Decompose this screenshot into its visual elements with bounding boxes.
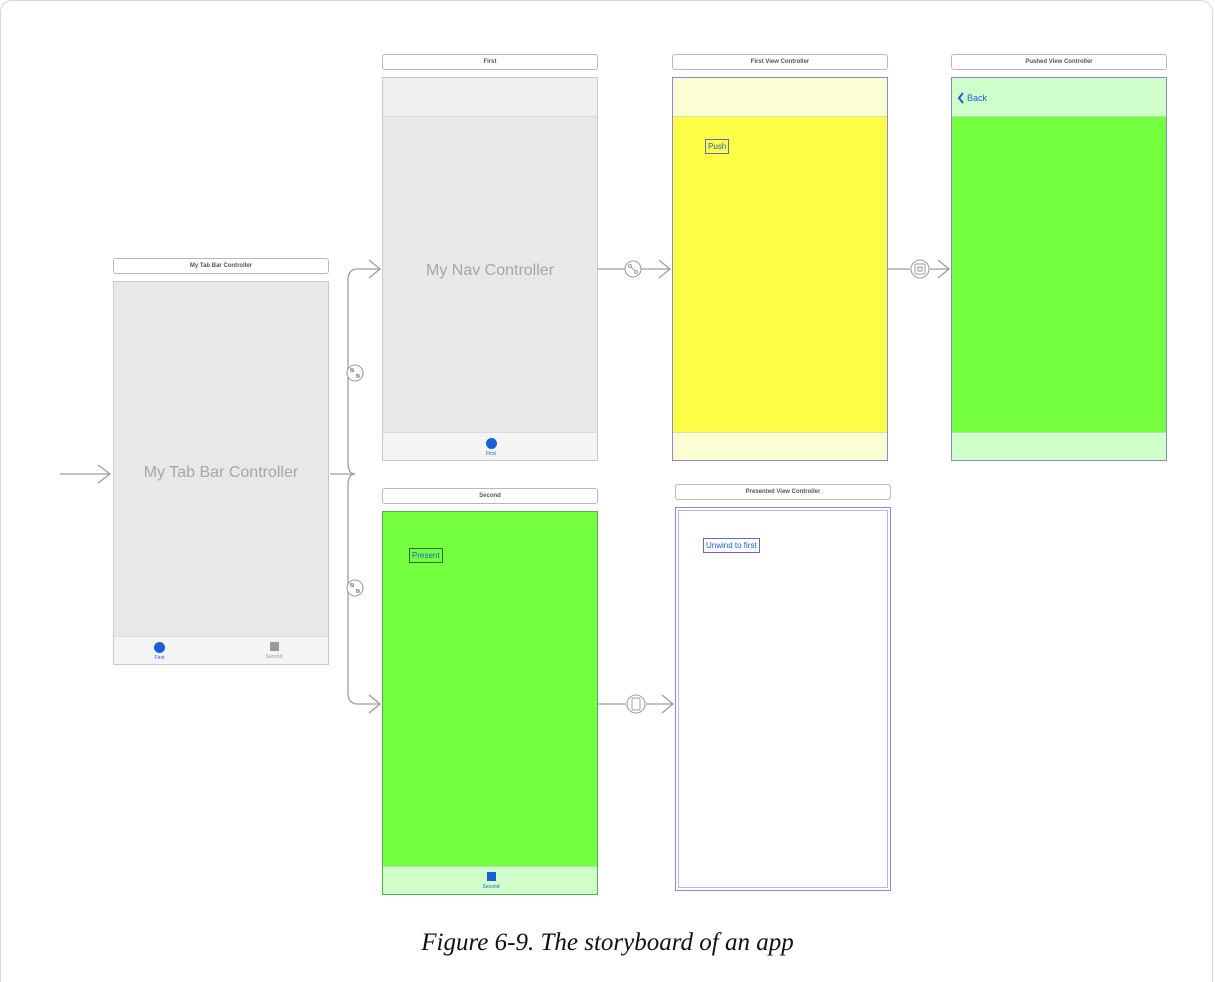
scene-title-tab-bar[interactable]: My Tab Bar Controller xyxy=(113,258,329,274)
scene-center-label: My Tab Bar Controller xyxy=(143,464,299,481)
push-button[interactable]: Push xyxy=(705,139,730,154)
presented-view-controller-scene[interactable]: Unwind to first xyxy=(675,507,891,891)
scene-title-text: Presented View Controller xyxy=(745,489,821,495)
scene-title-text: My Tab Bar Controller xyxy=(189,263,253,269)
nav-controller-scene[interactable]: My Nav Controller First xyxy=(382,77,598,461)
scene-title-text: Pushed View Controller xyxy=(1025,59,1093,65)
scene-title-presented-vc[interactable]: Presented View Controller xyxy=(675,484,891,500)
tab-item-first[interactable]: First xyxy=(154,642,165,661)
tab-label: First xyxy=(154,655,165,661)
relationship-segue-icon xyxy=(346,364,364,382)
nav-bar: Back xyxy=(952,78,1166,117)
tab-bar: First Second xyxy=(114,636,328,664)
square-icon xyxy=(486,872,496,881)
tab-bar: First xyxy=(383,432,597,460)
chevron-left-icon xyxy=(957,92,964,104)
tab-bar: Second xyxy=(383,866,597,894)
circle-icon xyxy=(485,438,497,449)
tab-item-second[interactable]: Second xyxy=(479,872,503,890)
show-segue-icon xyxy=(910,259,930,279)
tab-item-first[interactable]: First xyxy=(479,438,503,457)
second-scene[interactable]: Present Second xyxy=(382,511,598,895)
tab-bar-controller-scene[interactable]: My Tab Bar Controller First Second xyxy=(113,281,329,665)
tab-label: Second xyxy=(482,884,500,890)
first-view-controller-scene[interactable]: Push xyxy=(672,77,888,461)
back-button[interactable]: Back xyxy=(957,92,987,104)
scene-title-pushed-vc[interactable]: Pushed View Controller xyxy=(951,54,1167,70)
nav-bar xyxy=(673,78,887,117)
scene-title-text: First xyxy=(483,59,497,65)
storyboard-canvas: My Tab Bar Controller My Tab Bar Control… xyxy=(0,0,1215,930)
back-label: Back xyxy=(967,93,988,103)
nav-bar xyxy=(383,78,597,117)
scene-title-nav[interactable]: First xyxy=(382,54,598,70)
scene-title-first-vc[interactable]: First View Controller xyxy=(672,54,888,70)
relationship-segue-icon xyxy=(346,579,364,597)
bottom-bar xyxy=(673,432,887,460)
scene-title-text: First View Controller xyxy=(750,59,810,65)
figure-caption: Figure 6-9. The storyboard of an app xyxy=(421,929,794,956)
circle-icon xyxy=(154,642,165,653)
tab-item-second[interactable]: Second xyxy=(262,642,286,660)
bottom-bar xyxy=(952,432,1166,460)
scene-center-label: My Nav Controller xyxy=(425,262,555,279)
tab-label: First xyxy=(486,451,496,457)
view-outline xyxy=(678,510,888,888)
scene-title-second[interactable]: Second xyxy=(382,488,598,504)
unwind-button[interactable]: Unwind to first xyxy=(703,538,760,553)
square-icon xyxy=(269,642,279,651)
pushed-view-controller-scene[interactable]: Back xyxy=(951,77,1167,461)
scene-title-text: Second xyxy=(479,493,501,499)
tab-label: Second xyxy=(265,654,283,660)
present-button[interactable]: Present xyxy=(409,548,443,563)
